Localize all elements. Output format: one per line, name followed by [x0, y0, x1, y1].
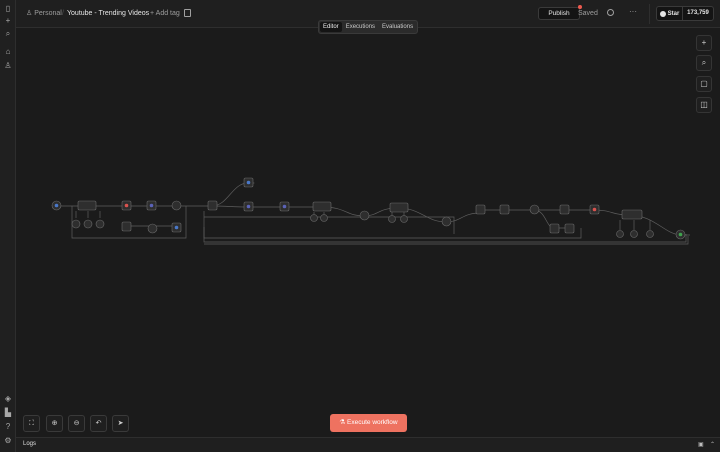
help-icon[interactable]: ? [3, 422, 13, 432]
workflow-canvas[interactable] [16, 28, 720, 437]
pointer-mode-button[interactable]: ➤ [112, 415, 129, 432]
undo-button[interactable]: ↶ [90, 415, 107, 432]
logs-bar[interactable]: Logs ▣ ⌃ [16, 437, 720, 452]
add-node-button[interactable]: + [696, 35, 712, 51]
breadcrumb-project[interactable]: ♙ Personal [26, 9, 62, 18]
tab-executions[interactable]: Executions [343, 22, 378, 32]
left-rail: ▯ + ⌕ ⌂ ♙ ◈ ▙ ? ⚙ [0, 0, 16, 452]
add-tag-button[interactable]: + Add tag [150, 9, 180, 18]
logs-label: Logs [23, 441, 37, 447]
search-icon[interactable]: ⌕ [3, 29, 13, 39]
sidebar-toggle-icon[interactable]: ▯ [3, 4, 13, 14]
editor-tabs: Editor Executions Evaluations [318, 20, 418, 34]
archive-icon[interactable] [184, 9, 191, 17]
github-star-button[interactable]: Star 173,759 [656, 6, 714, 21]
breadcrumb-project-label: Personal [34, 10, 62, 17]
zoom-in-button[interactable]: ⊕ [46, 415, 63, 432]
search-nodes-button[interactable]: ⌕ [696, 55, 712, 71]
breadcrumb-separator: / [62, 10, 64, 17]
fit-view-button[interactable]: ⛶ [23, 415, 40, 432]
execute-workflow-button[interactable]: ⚗ Execute workflow [330, 414, 407, 432]
zoom-in-icon: ⊕ [51, 420, 58, 427]
workflow-title[interactable]: Youtube - Trending Videos [67, 9, 149, 18]
zoom-out-icon: ⊖ [73, 420, 80, 427]
tab-editor[interactable]: Editor [320, 22, 342, 32]
sticky-note-icon: ▢ [700, 79, 708, 88]
flask-icon: ⚗ [339, 419, 346, 426]
zoom-out-button[interactable]: ⊖ [68, 415, 85, 432]
history-icon[interactable] [607, 9, 614, 16]
publish-button[interactable]: Publish [538, 7, 580, 20]
toggle-panel-button[interactable]: ◫ [696, 97, 712, 113]
plus-icon: + [701, 38, 707, 47]
execute-workflow-label: Execute workflow [347, 419, 398, 426]
github-star-label: Star [667, 10, 680, 17]
header-divider [649, 4, 650, 24]
github-star-count: 173,759 [687, 10, 709, 16]
saved-status: Saved [578, 10, 598, 17]
cube-icon[interactable]: ◈ [3, 394, 13, 404]
fit-view-icon: ⛶ [29, 420, 34, 427]
workflow-graph [51, 177, 690, 245]
settings-icon[interactable]: ⚙ [3, 436, 13, 446]
panel-icon: ◫ [700, 100, 708, 109]
more-options-icon[interactable]: ··· [629, 7, 637, 16]
search-icon: ⌕ [701, 58, 707, 67]
pointer-icon: ➤ [117, 420, 124, 427]
chat-icon[interactable]: ▣ [698, 441, 704, 448]
plus-icon[interactable]: + [3, 16, 13, 26]
add-sticky-button[interactable]: ▢ [696, 76, 712, 92]
undo-icon: ↶ [95, 420, 102, 427]
github-icon [659, 10, 666, 17]
chart-icon[interactable]: ▙ [3, 408, 13, 418]
tab-evaluations[interactable]: Evaluations [379, 22, 416, 32]
expand-icon[interactable]: ⌃ [710, 441, 715, 448]
user-icon[interactable]: ♙ [3, 61, 13, 71]
home-icon[interactable]: ⌂ [3, 47, 13, 57]
